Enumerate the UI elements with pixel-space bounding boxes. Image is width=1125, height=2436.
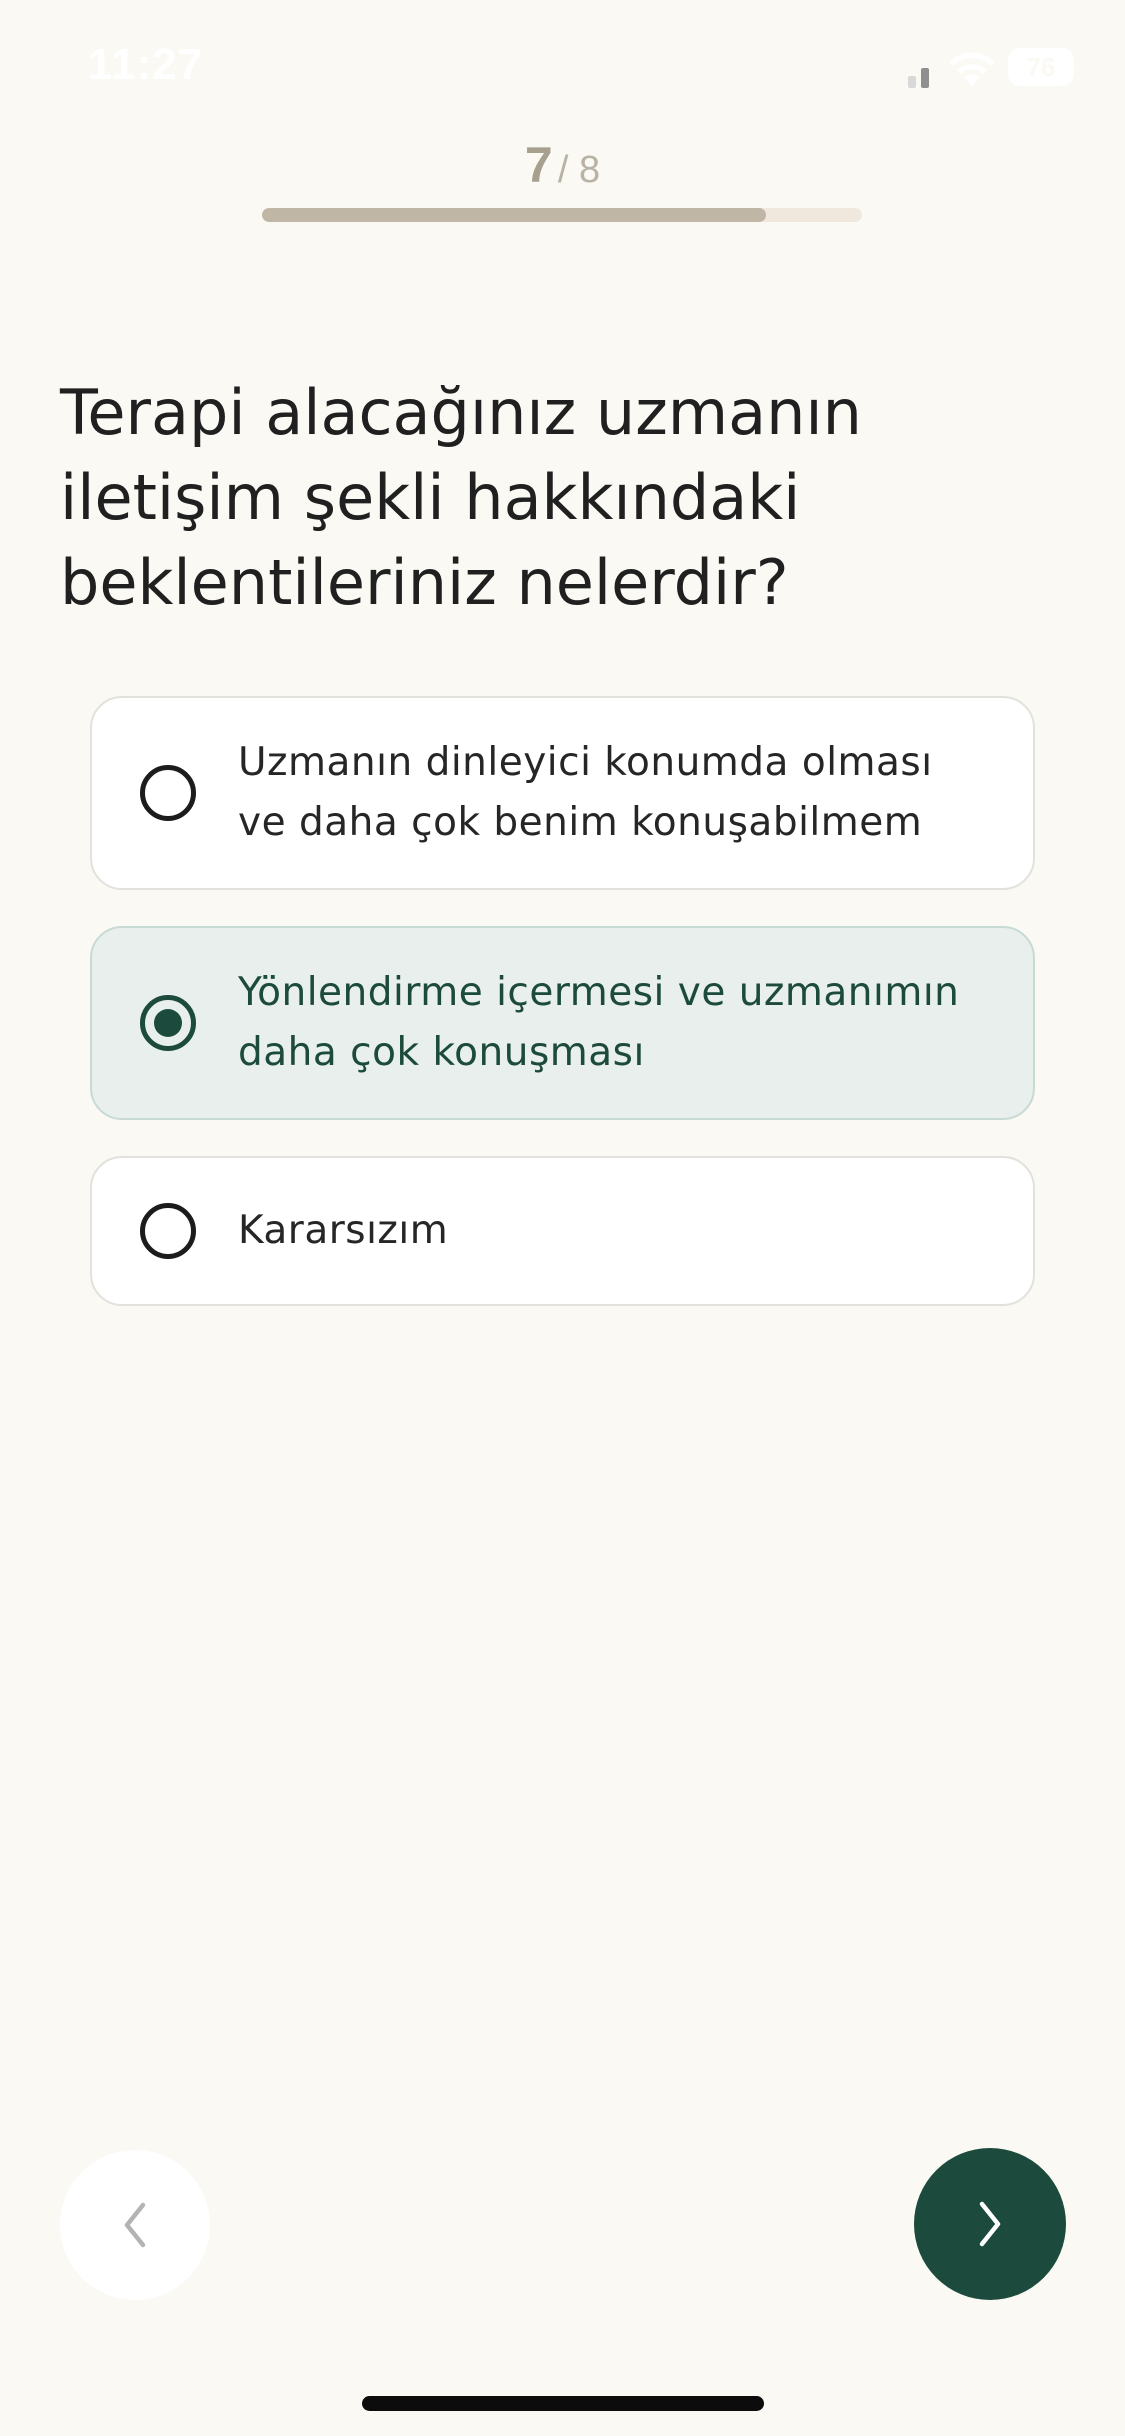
radio-unselected-icon[interactable] xyxy=(140,765,196,821)
next-button[interactable] xyxy=(914,2148,1066,2300)
answer-options: Uzmanın dinleyici konumda olması ve daha… xyxy=(90,696,1035,1342)
status-time: 11:27 xyxy=(88,40,204,89)
radio-selected-icon[interactable] xyxy=(140,995,196,1051)
progress-counter: 7 / 8 xyxy=(0,136,1125,194)
wifi-icon xyxy=(949,52,995,86)
progress-total: / 8 xyxy=(557,149,601,191)
option-label: Uzmanın dinleyici konumda olması ve daha… xyxy=(238,740,933,845)
back-button[interactable] xyxy=(60,2150,210,2300)
home-indicator xyxy=(362,2396,764,2411)
progress-current: 7 xyxy=(524,137,553,193)
progress-fill xyxy=(262,208,766,222)
onboarding-screen: 11:27 76 7 / 8 Terapi alacağınız uzmanın… xyxy=(0,0,1125,2436)
option-label: Kararsızım xyxy=(238,1208,449,1253)
signal-icon xyxy=(908,62,934,88)
chevron-right-icon xyxy=(979,2201,1001,2247)
battery-level: 76 xyxy=(1026,52,1056,82)
progress-bar xyxy=(262,208,862,222)
chevron-left-icon xyxy=(124,2202,146,2248)
question-title: Terapi alacağınız uzmanın iletişim şekli… xyxy=(60,376,862,619)
status-bar: 11:27 76 xyxy=(0,0,1125,140)
option-guidance[interactable]: Yönlendirme içermesi ve uzmanımın daha ç… xyxy=(90,926,1035,1120)
radio-unselected-icon[interactable] xyxy=(140,1203,196,1259)
battery-icon: 76 xyxy=(1008,48,1074,86)
option-undecided[interactable]: Kararsızım xyxy=(90,1156,1035,1306)
option-label: Yönlendirme içermesi ve uzmanımın daha ç… xyxy=(238,970,960,1075)
option-listener-role[interactable]: Uzmanın dinleyici konumda olması ve daha… xyxy=(90,696,1035,890)
